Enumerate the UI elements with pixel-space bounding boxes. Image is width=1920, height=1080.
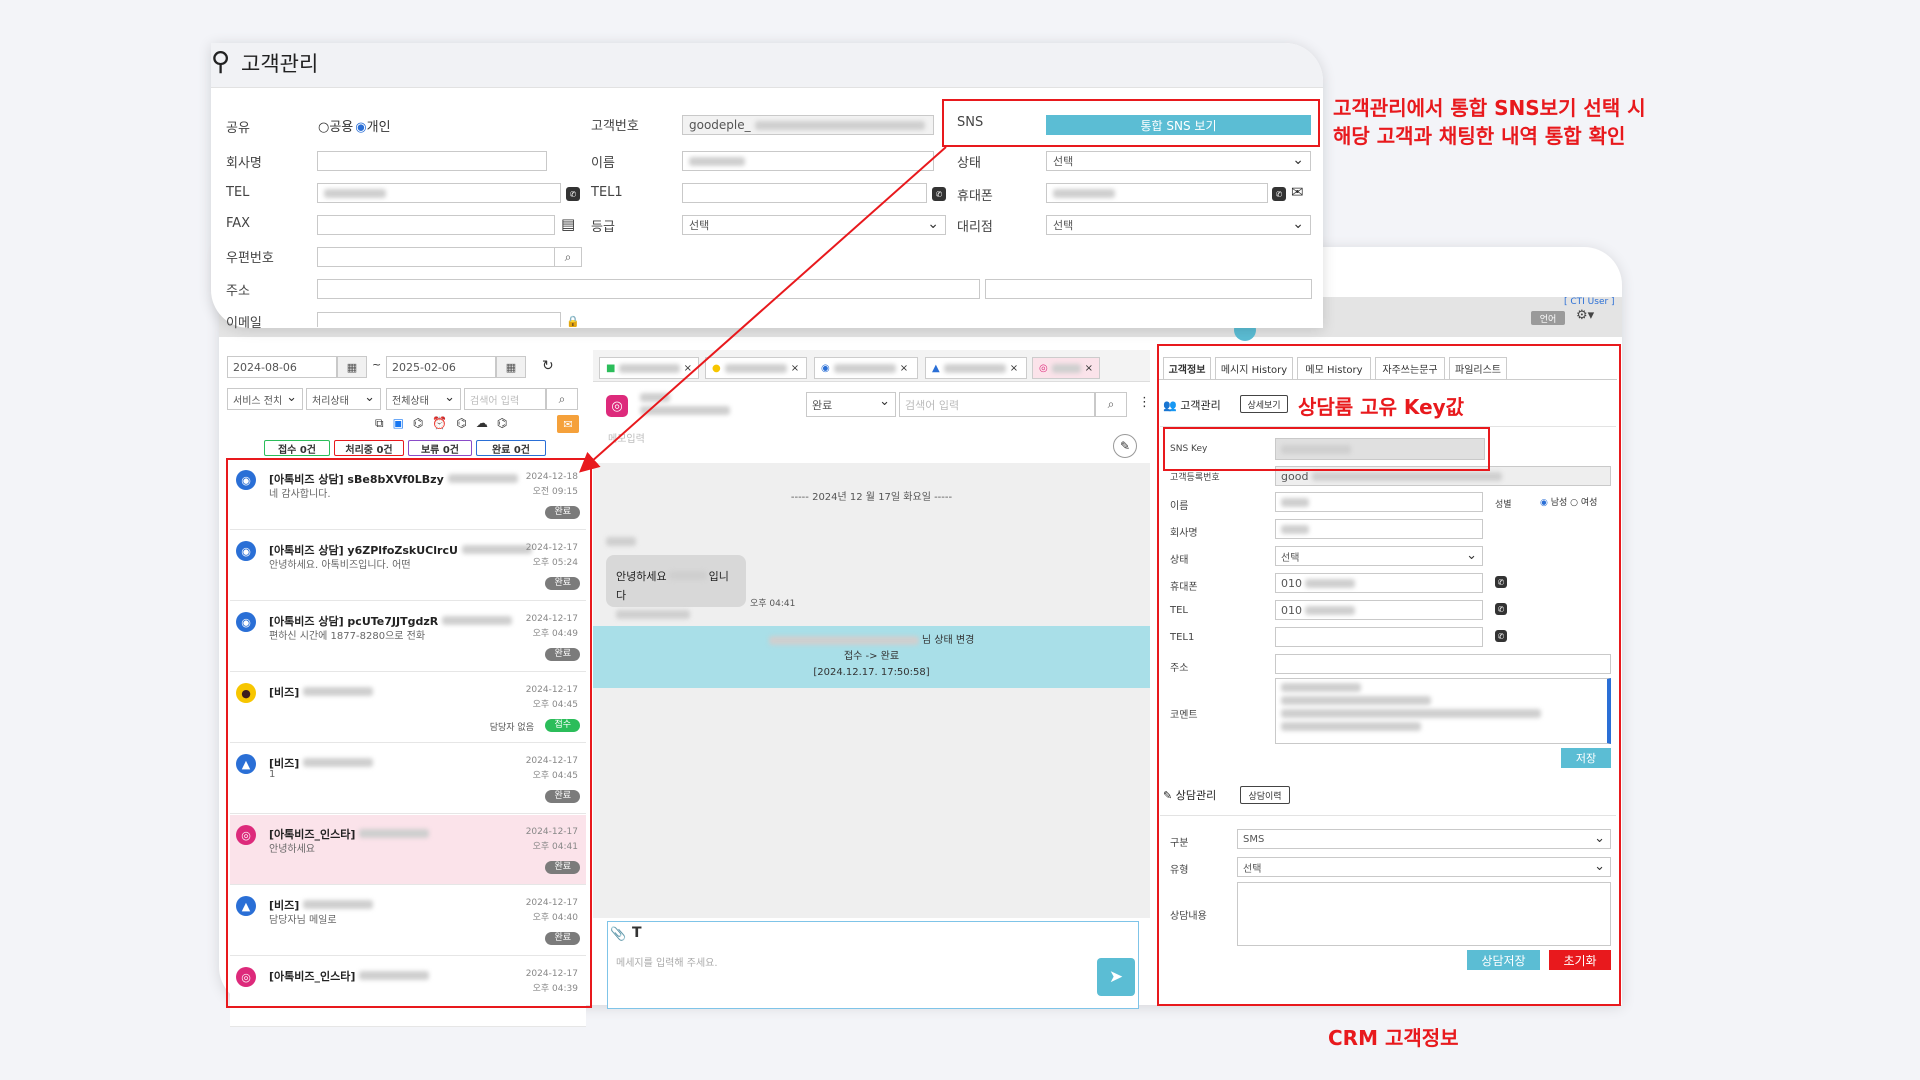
callout-sns-key: 상담룸 고유 Key값 [1298,395,1465,419]
callout-crm: CRM 고객정보 [1328,1026,1459,1050]
callout-sns: 고객관리에서 통합 SNS보기 선택 시 해당 고객과 채팅한 내역 통합 확인 [1333,96,1646,148]
annotation-arrow [579,146,947,473]
